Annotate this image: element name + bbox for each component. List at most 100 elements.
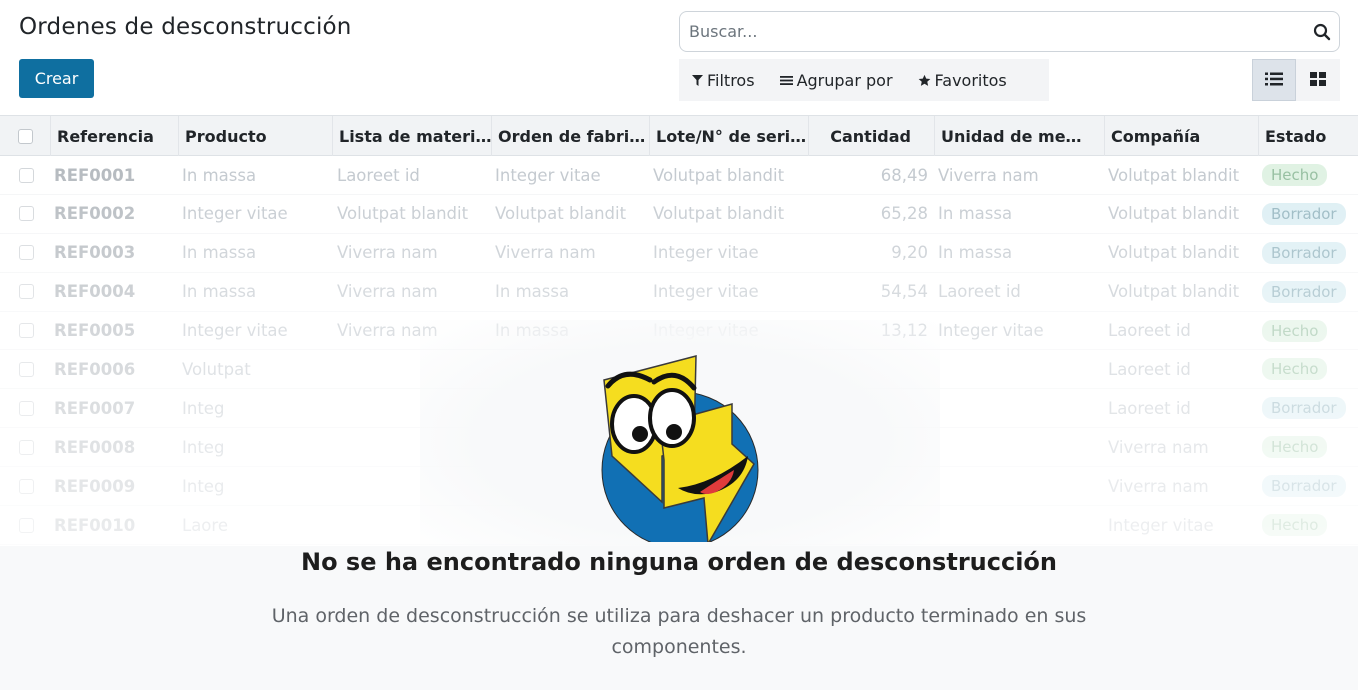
cell-orden: Integer vitae — [495, 165, 601, 185]
column-header[interactable]: Producto — [178, 116, 332, 156]
status-badge: Hecho — [1262, 164, 1328, 186]
filters-dropdown[interactable]: Filtros — [692, 71, 755, 90]
kanban-icon — [1310, 71, 1326, 90]
column-header[interactable]: Unidad de me… — [934, 116, 1104, 156]
row-select-cell — [19, 506, 35, 544]
column-header[interactable]: Referencia — [50, 116, 178, 156]
filter-bar: Filtros Agrupar por Favoritos — [679, 59, 1049, 101]
cell-orden: In massa — [495, 321, 570, 341]
row-checkbox[interactable] — [19, 323, 34, 339]
cell-lista — [337, 350, 489, 388]
status-badge: Hecho — [1262, 436, 1328, 459]
cell-unidad — [938, 428, 1102, 466]
cell-producto: In massa — [182, 165, 257, 185]
favorites-dropdown[interactable]: Favoritos — [918, 71, 1007, 90]
cell-estado: Hecho — [1262, 156, 1358, 194]
table-row[interactable]: REF0001 In massa Laoreet id Integer vitae Vo… — [0, 156, 1358, 195]
cell-orden: Volutpat blandit — [495, 204, 627, 224]
cell-ref: REF0001 — [54, 165, 136, 185]
status-badge: Borrador — [1262, 397, 1346, 420]
column-header[interactable]: Estado — [1258, 116, 1358, 156]
row-checkbox[interactable] — [19, 361, 34, 377]
table-row[interactable]: REF0002 Integer vitae Volutpat blandit Volu… — [0, 195, 1358, 234]
row-select-cell — [19, 389, 35, 427]
row-checkbox[interactable] — [19, 478, 34, 494]
cell-compania: Volutpat blandit — [1108, 282, 1240, 302]
cell-compania: Laoreet id — [1108, 321, 1191, 341]
cell-ref: REF0009 — [54, 476, 136, 496]
row-checkbox[interactable] — [19, 206, 34, 222]
cell-estado: Hecho — [1262, 350, 1358, 388]
group-by-dropdown[interactable]: Agrupar por — [779, 71, 893, 90]
page-title: Ordenes de desconstrucción — [19, 14, 352, 40]
cell-cantidad — [808, 506, 928, 544]
table-row[interactable]: REF0003 In massa Viverra nam Viverra nam Int… — [0, 234, 1358, 273]
row-checkbox[interactable] — [19, 439, 34, 455]
select-all-cell — [0, 116, 50, 156]
cell-estado: Borrador — [1262, 273, 1358, 311]
column-header[interactable]: Compañía — [1104, 116, 1258, 156]
group-by-icon — [779, 75, 793, 86]
cell-unidad: In massa — [938, 243, 1013, 263]
row-select-cell — [19, 234, 35, 272]
row-checkbox[interactable] — [19, 167, 34, 183]
control-panel: Ordenes de desconstrucción Crear Filtros… — [0, 0, 1358, 115]
view-switcher — [1252, 59, 1340, 101]
table-row[interactable]: REF0005 Integer vitae Viverra nam In massa I… — [0, 312, 1358, 351]
cell-unidad: Laoreet id — [938, 282, 1021, 302]
column-header[interactable]: Cantidad — [808, 116, 934, 156]
column-header[interactable]: Lista de materi… — [332, 116, 491, 156]
cell-lote: Volutpat blandit — [653, 165, 785, 185]
cell-unidad — [938, 467, 1102, 505]
cell-ref: REF0004 — [54, 282, 136, 302]
cell-compania: Laoreet id — [1108, 398, 1191, 418]
cell-unidad: Viverra nam — [938, 165, 1039, 185]
status-badge: Borrador — [1262, 280, 1346, 303]
row-select-cell — [19, 312, 35, 350]
search-icon[interactable] — [1305, 12, 1339, 51]
cell-cantidad — [808, 467, 928, 505]
status-badge: Hecho — [1262, 358, 1328, 381]
cell-lote: Integer vitae — [653, 321, 759, 341]
row-select-cell — [19, 156, 35, 194]
cell-cantidad — [808, 350, 928, 388]
empty-state-description: Una orden de desconstrucción se utiliza … — [271, 605, 1087, 658]
cell-estado: Borrador — [1262, 195, 1358, 233]
cell-lista: Viverra nam — [337, 321, 438, 341]
cell-ref: REF0007 — [54, 398, 136, 418]
cell-ref: REF0010 — [54, 515, 136, 535]
kanban-view-button[interactable] — [1296, 59, 1340, 101]
select-all-checkbox[interactable] — [17, 128, 33, 144]
cell-lote: Integer vitae — [653, 282, 759, 302]
cell-compania: Laoreet id — [1108, 359, 1191, 379]
row-select-cell — [19, 467, 35, 505]
cell-estado: Borrador — [1262, 467, 1358, 505]
cell-ref: REF0006 — [54, 359, 136, 379]
empty-state-title: No se ha encontrado ninguna orden de des… — [301, 548, 1057, 576]
cell-lista — [337, 506, 489, 544]
cell-estado: Hecho — [1262, 312, 1358, 350]
cell-producto: Volutpat — [182, 359, 251, 379]
row-checkbox[interactable] — [19, 517, 34, 533]
cell-cantidad: 13,12 — [880, 321, 928, 341]
cell-producto: Integ — [182, 476, 225, 496]
row-checkbox[interactable] — [19, 245, 34, 261]
status-badge: Borrador — [1262, 241, 1346, 264]
cell-unidad: Integer vitae — [938, 321, 1044, 341]
row-checkbox[interactable] — [19, 400, 34, 416]
table-row[interactable]: REF0004 In massa Viverra nam In massa Intege… — [0, 273, 1358, 312]
search-input[interactable] — [680, 12, 1305, 51]
cell-compania: Volutpat blandit — [1108, 204, 1240, 224]
create-button[interactable]: Crear — [19, 59, 94, 98]
cell-cantidad: 68,49 — [880, 165, 928, 185]
column-header[interactable]: Orden de fabri… — [491, 116, 649, 156]
cell-lote: Integer vitae — [653, 243, 759, 263]
cell-producto: Integ — [182, 398, 225, 418]
row-select-cell — [19, 428, 35, 466]
filter-icon — [692, 74, 703, 86]
list-view-button[interactable] — [1252, 59, 1296, 101]
cell-lista: Volutpat blandit — [337, 204, 469, 224]
cell-ref: REF0008 — [54, 437, 136, 457]
column-header[interactable]: Lote/N° de seri… — [649, 116, 808, 156]
row-checkbox[interactable] — [19, 284, 34, 300]
